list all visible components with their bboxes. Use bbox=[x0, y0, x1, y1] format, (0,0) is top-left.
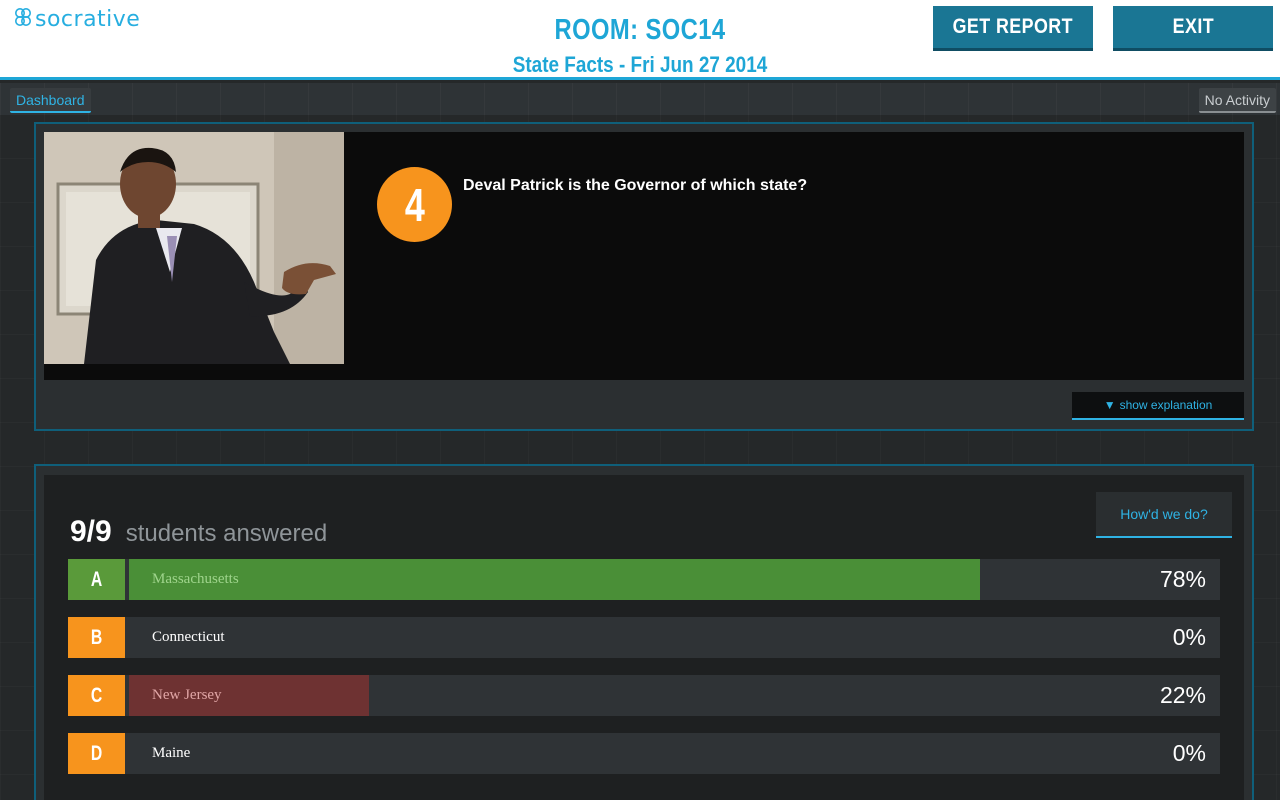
answer-letter: C bbox=[90, 683, 103, 707]
answer-percent: 0% bbox=[1172, 624, 1206, 650]
answer-bar-fill bbox=[129, 559, 980, 600]
answer-text: Connecticut bbox=[152, 629, 225, 645]
answer-letter-badge: B bbox=[68, 617, 125, 658]
dashboard-tab[interactable]: Dashboard bbox=[10, 88, 91, 113]
question-photo bbox=[44, 132, 344, 364]
answered-summary: 9/9 students answered bbox=[70, 515, 327, 549]
show-explanation-label: show explanation bbox=[1119, 398, 1213, 412]
governor-photo-image bbox=[44, 132, 344, 364]
answered-label: students answered bbox=[125, 520, 328, 547]
question-text: Deval Patrick is the Governor of which s… bbox=[463, 177, 808, 194]
answer-letter-badge: A bbox=[68, 559, 125, 600]
answer-letter: D bbox=[90, 741, 103, 765]
question-number: 4 bbox=[404, 178, 425, 231]
nav-bar: Dashboard No Activity bbox=[0, 83, 1280, 115]
logo-mark-icon bbox=[15, 8, 31, 26]
question-panel: 4 Deval Patrick is the Governor of which… bbox=[34, 122, 1254, 431]
get-report-button[interactable]: GET REPORT bbox=[933, 6, 1093, 51]
answer-percent: 22% bbox=[1159, 682, 1206, 708]
howd-we-do-button[interactable]: How'd we do? bbox=[1096, 492, 1232, 538]
answer-text: New Jersey bbox=[152, 687, 222, 703]
answer-text: Maine bbox=[152, 745, 191, 761]
answer-letter: B bbox=[90, 625, 103, 649]
answer-percent: 78% bbox=[1159, 566, 1206, 592]
question-content: 4 Deval Patrick is the Governor of which… bbox=[44, 132, 1244, 380]
exit-button[interactable]: EXIT bbox=[1113, 6, 1273, 51]
answer-letter: A bbox=[90, 567, 103, 591]
activity-status[interactable]: No Activity bbox=[1198, 88, 1276, 113]
answer-row-b[interactable]: B Connecticut 0% bbox=[68, 617, 1220, 658]
answer-percent: 0% bbox=[1172, 740, 1206, 766]
exit-label: EXIT bbox=[1172, 15, 1214, 38]
answer-letter-badge: D bbox=[68, 733, 125, 774]
show-explanation-button[interactable]: ▼ show explanation bbox=[1072, 392, 1244, 420]
results-content: 9/9 students answered How'd we do? A Mas… bbox=[44, 475, 1244, 800]
get-report-label: GET REPORT bbox=[952, 15, 1074, 38]
app-header: socrative ROOM: SOC14 State Facts - Fri … bbox=[0, 0, 1280, 80]
answer-row-d[interactable]: D Maine 0% bbox=[68, 733, 1220, 774]
answer-letter-badge: C bbox=[68, 675, 125, 716]
answered-count: 9/9 bbox=[70, 515, 112, 548]
answer-row-a[interactable]: A Massachusetts 78% bbox=[68, 559, 1220, 600]
question-number-badge: 4 bbox=[377, 167, 452, 242]
answer-row-c[interactable]: C New Jersey 22% bbox=[68, 675, 1220, 716]
quiz-subtitle: State Facts - Fri Jun 27 2014 bbox=[512, 52, 768, 77]
results-panel: 9/9 students answered How'd we do? A Mas… bbox=[34, 464, 1254, 800]
triangle-down-icon: ▼ bbox=[1103, 398, 1116, 412]
answer-text: Massachusetts bbox=[152, 571, 239, 587]
